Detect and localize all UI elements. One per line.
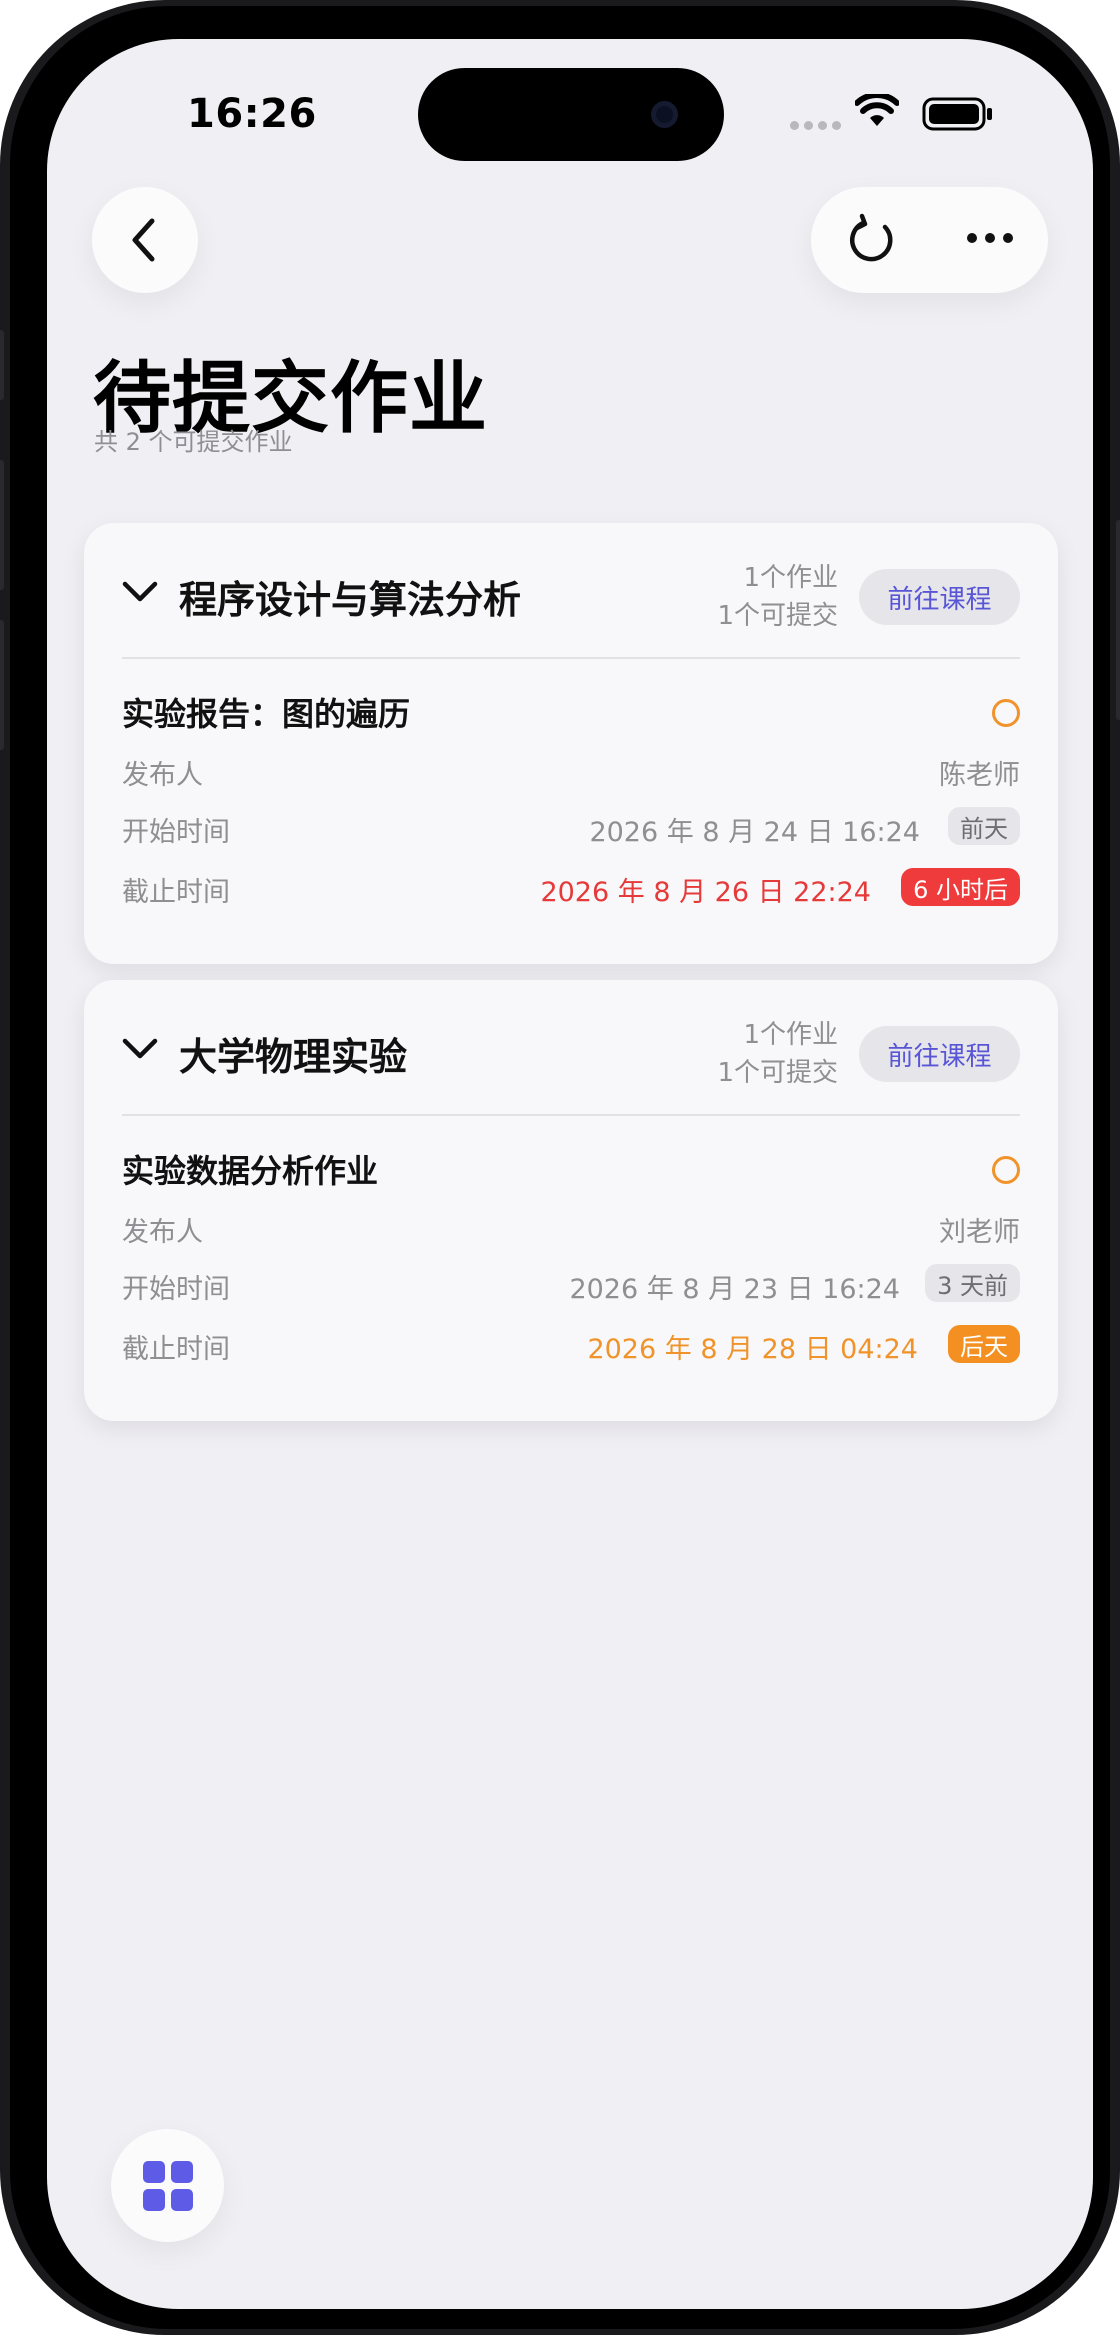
course-card-header[interactable]: 程序设计与算法分析 1个作业 1个可提交 前往课程 — [84, 523, 1058, 657]
course-card: 程序设计与算法分析 1个作业 1个可提交 前往课程 实验报告：图的遍历 发布人 … — [84, 523, 1058, 964]
course-card-header[interactable]: 大学物理实验 1个作业 1个可提交 前往课程 — [84, 980, 1058, 1114]
power-button — [1116, 520, 1120, 720]
divider — [122, 657, 1020, 659]
start-time-badge: 前天 — [948, 807, 1020, 845]
circle-icon — [992, 699, 1020, 727]
due-time-badge: 后天 — [948, 1325, 1020, 1363]
start-time-value: 2026 年 8 月 23 日 16:24 — [569, 1274, 900, 1305]
chevron-down-icon[interactable] — [122, 1038, 158, 1060]
assignment-title[interactable]: 实验数据分析作业 — [122, 1146, 378, 1192]
start-time-value: 2026 年 8 月 24 日 16:24 — [589, 817, 920, 848]
publisher-value: 刘老师 — [939, 1217, 1020, 1248]
due-time-value: 2026 年 8 月 26 日 22:24 — [540, 877, 871, 908]
submittable-count: 1个可提交 — [717, 601, 838, 631]
course-card: 大学物理实验 1个作业 1个可提交 前往课程 实验数据分析作业 发布人 刘老师 … — [84, 980, 1058, 1421]
due-time-badge: 6 小时后 — [901, 868, 1020, 906]
course-name: 大学物理实验 — [179, 1035, 408, 1079]
phone-frame: 16:26 待提交作业 共 2 个可提交作业 程序设计与算法分析 1个作业 1个… — [0, 0, 1120, 2335]
silent-switch — [0, 330, 4, 400]
page-subtitle: 共 2 个可提交作业 — [94, 428, 293, 456]
screen: 16:26 待提交作业 共 2 个可提交作业 程序设计与算法分析 1个作业 1个… — [47, 39, 1093, 2309]
goto-course-button[interactable]: 前往课程 — [859, 1026, 1020, 1082]
status-time: 16:26 — [187, 91, 317, 137]
start-time-label: 开始时间 — [122, 1274, 230, 1305]
due-time-label: 截止时间 — [122, 1334, 230, 1365]
due-time-value: 2026 年 8 月 28 日 04:24 — [587, 1334, 918, 1365]
circle-icon — [992, 1156, 1020, 1184]
grid-icon — [143, 2161, 193, 2211]
refresh-icon[interactable] — [845, 213, 899, 267]
more-horizontal-icon[interactable] — [967, 233, 1013, 243]
start-time-label: 开始时间 — [122, 817, 230, 848]
assignment-count: 1个作业 — [743, 563, 838, 593]
course-name: 程序设计与算法分析 — [179, 578, 522, 622]
apps-button[interactable] — [111, 2129, 224, 2242]
due-time-label: 截止时间 — [122, 877, 230, 908]
publisher-label: 发布人 — [122, 760, 203, 791]
action-pill — [811, 187, 1048, 293]
goto-course-button[interactable]: 前往课程 — [859, 569, 1020, 625]
publisher-label: 发布人 — [122, 1217, 203, 1248]
course-counts: 1个作业 1个可提交 — [717, 1016, 838, 1092]
volume-up-button — [0, 460, 4, 590]
assignment-count: 1个作业 — [743, 1020, 838, 1050]
dynamic-island — [418, 68, 724, 161]
chevron-left-icon — [132, 218, 155, 262]
volume-down-button — [0, 620, 4, 750]
start-time-badge: 3 天前 — [925, 1264, 1020, 1302]
cellular-signal-icon — [790, 121, 841, 130]
chevron-down-icon[interactable] — [122, 581, 158, 603]
front-camera-icon — [651, 101, 678, 128]
phone-bezel: 16:26 待提交作业 共 2 个可提交作业 程序设计与算法分析 1个作业 1个… — [10, 6, 1110, 2329]
course-counts: 1个作业 1个可提交 — [717, 559, 838, 635]
assignment-title[interactable]: 实验报告：图的遍历 — [122, 689, 410, 735]
submittable-count: 1个可提交 — [717, 1058, 838, 1088]
divider — [122, 1114, 1020, 1116]
publisher-value: 陈老师 — [939, 760, 1020, 791]
back-button[interactable] — [92, 187, 198, 293]
wifi-icon — [855, 94, 899, 126]
battery-icon — [922, 97, 992, 131]
